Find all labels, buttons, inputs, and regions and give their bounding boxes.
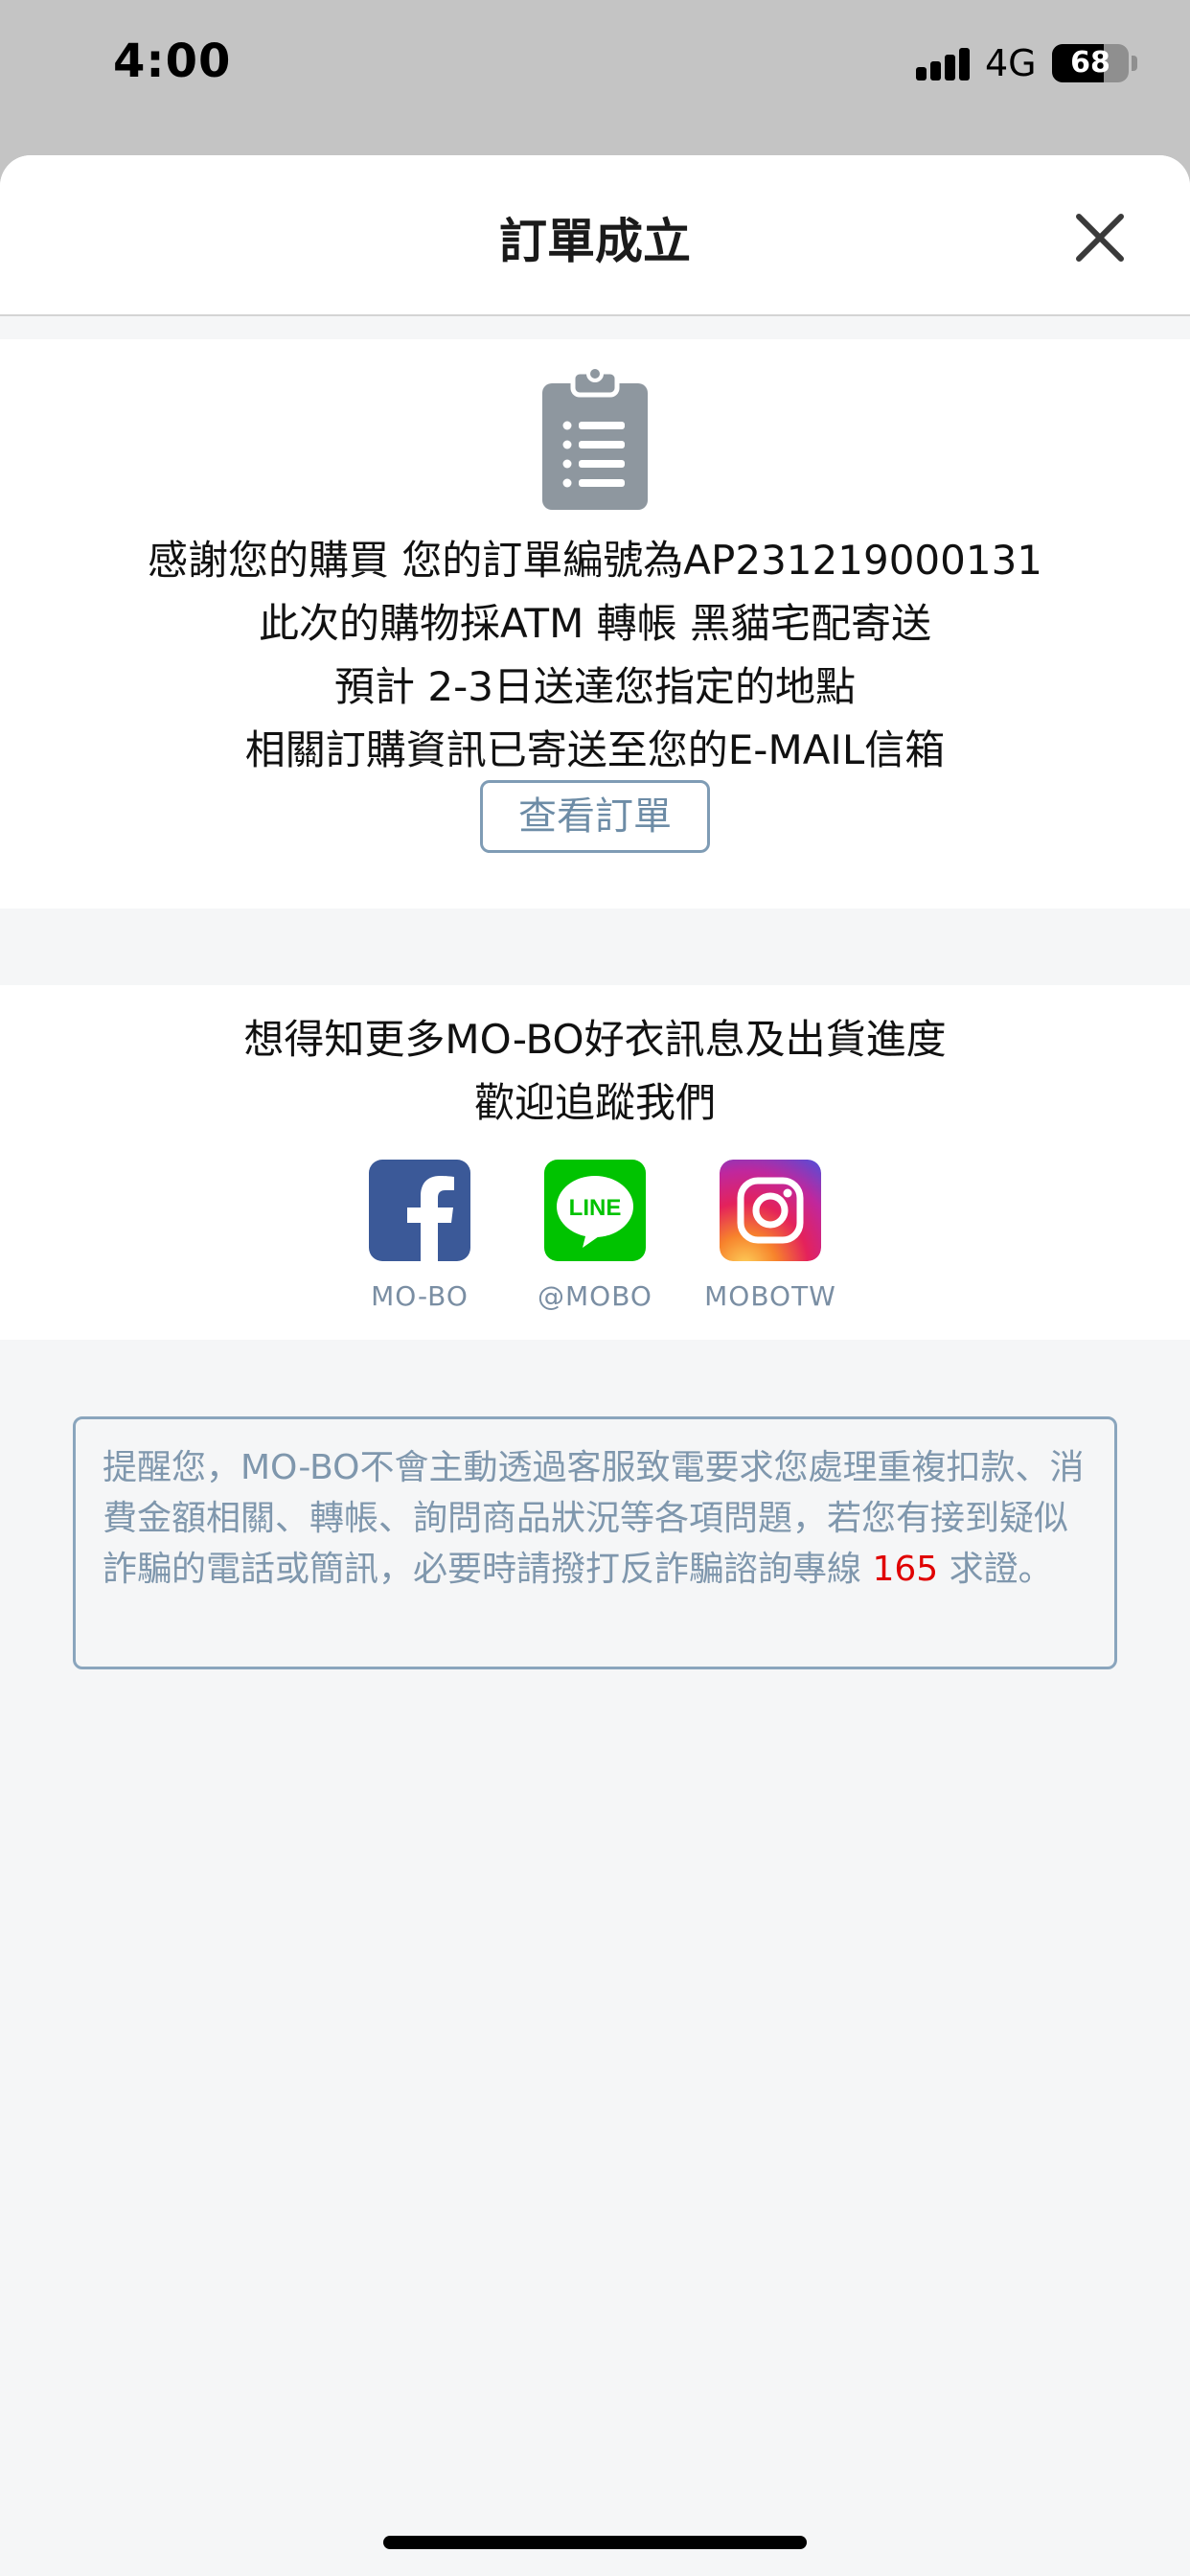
line-label: @MOBO [538, 1280, 652, 1312]
battery-nub [1132, 56, 1137, 71]
follow-message-line: 歡迎追蹤我們 [473, 1079, 716, 1126]
instagram-icon [720, 1160, 821, 1261]
instagram-label: MOBOTW [704, 1280, 836, 1312]
home-indicator [383, 2536, 807, 2549]
view-order-button[interactable]: 查看訂單 [480, 780, 710, 853]
battery-icon: 68 [1052, 44, 1129, 82]
order-message-line: 此次的購物採ATM 轉帳 黑貓宅配寄送 [258, 600, 932, 647]
facebook-label: MO-BO [371, 1280, 469, 1312]
clipboard-list-icon [542, 366, 648, 510]
follow-message: 想得知更多MO-BO好衣訊息及出貨進度 歡迎追蹤我們 [0, 1008, 1190, 1135]
follow-message-line: 想得知更多MO-BO好衣訊息及出貨進度 [243, 1016, 947, 1063]
close-icon [1076, 214, 1124, 262]
cellular-signal-icon [916, 46, 972, 80]
order-message-line: 相關訂購資訊已寄送至您的E-MAIL信箱 [244, 726, 946, 773]
order-message: 感謝您的購買 您的訂單編號為AP231219000131 此次的購物採ATM 轉… [0, 529, 1190, 782]
sheet-header: 訂單成立 [0, 155, 1190, 316]
order-message-line: 預計 2-3日送達您指定的地點 [334, 663, 856, 710]
fraud-notice-text: 提醒您，MO-BO不會主動透過客服致電要求您處理重複扣款、消費金額相關、轉帳、詢… [103, 1442, 1087, 1595]
network-type: 4G [985, 42, 1037, 84]
order-sheet: 訂單成立 感謝您的購買 您的訂單編號為AP231219000131 此次的購物採… [0, 155, 1190, 2576]
follow-us-card: 想得知更多MO-BO好衣訊息及出貨進度 歡迎追蹤我們 MO-BO LINE @M… [0, 985, 1190, 1340]
anti-fraud-hotline: 165 [872, 1550, 939, 1589]
fraud-notice-ending: 求證。 [949, 1550, 1053, 1589]
close-button[interactable] [1062, 199, 1138, 276]
instagram-link[interactable]: MOBOTW [703, 1160, 837, 1312]
order-message-line: 感謝您的購買 您的訂單編號為AP231219000131 [147, 537, 1043, 584]
page-title: 訂單成立 [499, 214, 691, 269]
line-icon: LINE [544, 1160, 646, 1261]
facebook-icon [369, 1160, 470, 1261]
line-link[interactable]: LINE @MOBO [528, 1160, 662, 1312]
fraud-notice: 提醒您，MO-BO不會主動透過客服致電要求您處理重複扣款、消費金額相關、轉帳、詢… [73, 1416, 1117, 1669]
facebook-link[interactable]: MO-BO [353, 1160, 487, 1312]
status-bar: 4:00 4G 68 [0, 0, 1190, 153]
status-time: 4:00 [113, 34, 232, 88]
battery-percentage: 68 [1070, 46, 1110, 80]
line-icon-text: LINE [569, 1195, 622, 1221]
